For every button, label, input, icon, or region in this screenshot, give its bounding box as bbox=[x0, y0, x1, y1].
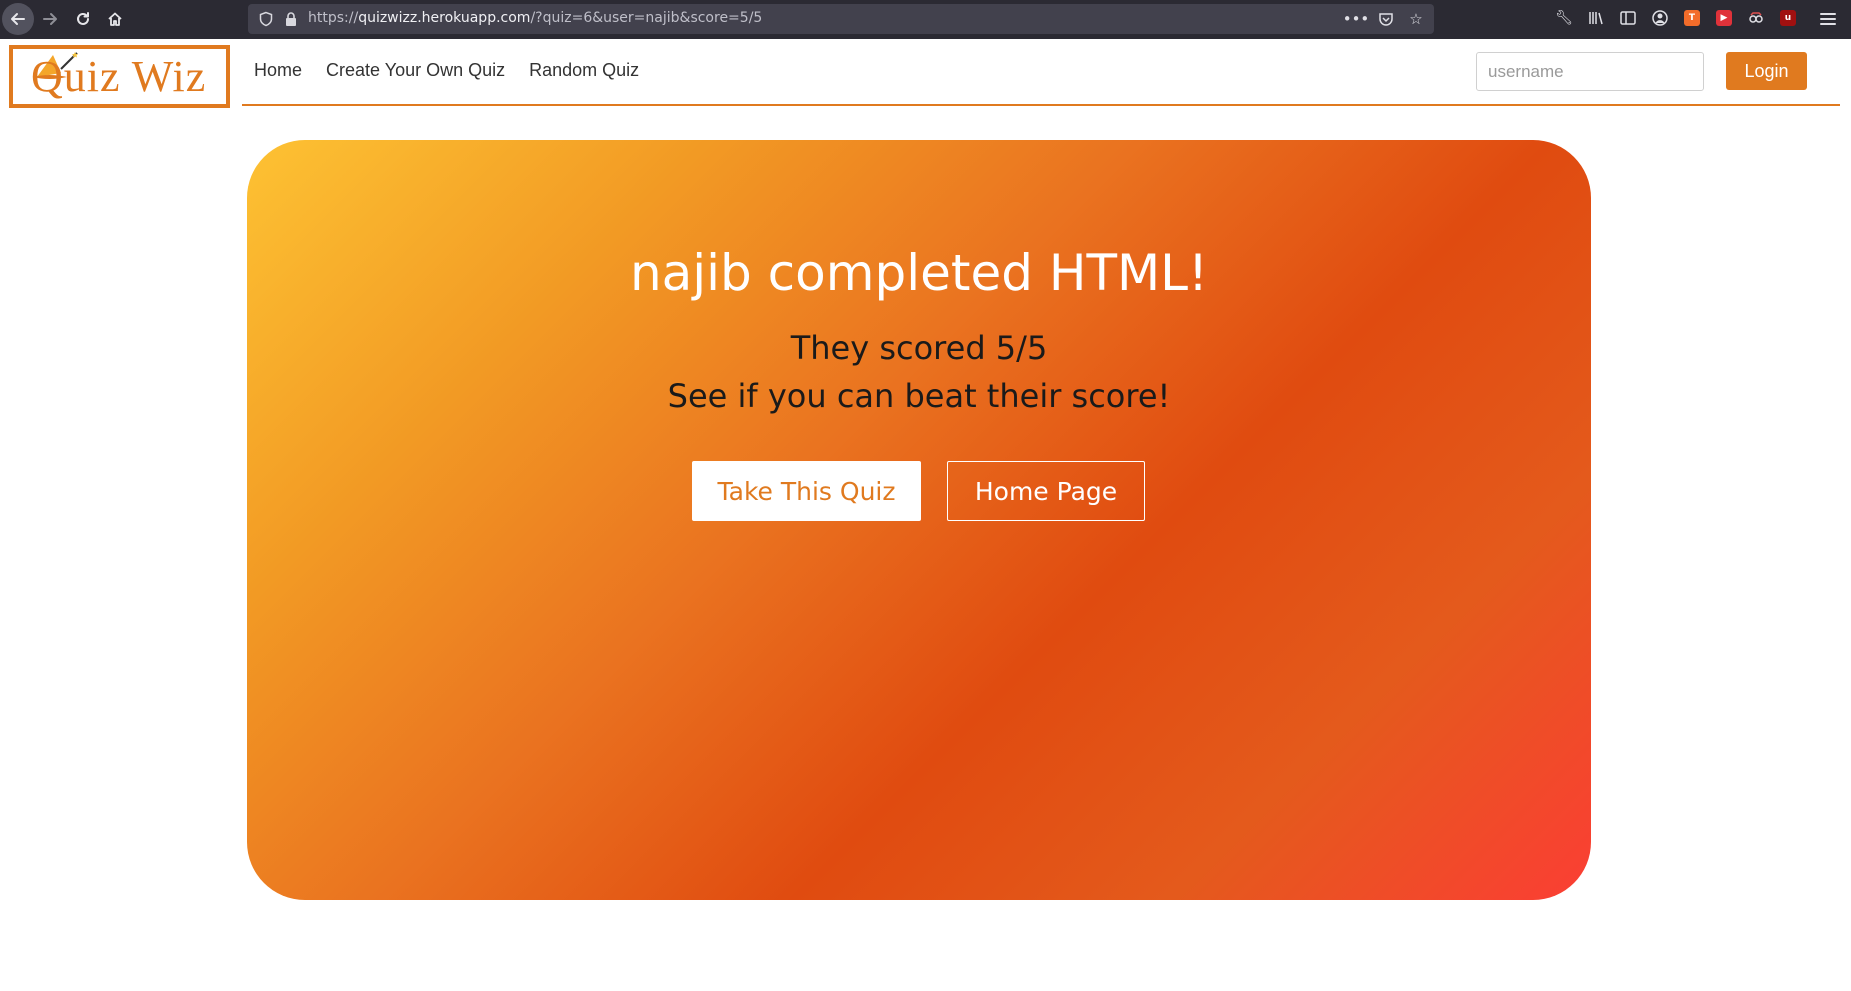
url-prefix: https:// bbox=[308, 10, 359, 26]
url-host: quizwizz.herokuapp.com bbox=[358, 10, 531, 26]
home-button[interactable] bbox=[99, 3, 131, 35]
nav-link-random-quiz[interactable]: Random Quiz bbox=[529, 60, 639, 81]
sidebar-icon[interactable] bbox=[1616, 6, 1640, 30]
nav-divider bbox=[242, 104, 1840, 106]
extension-icon[interactable]: u bbox=[1780, 10, 1796, 26]
forward-icon bbox=[43, 13, 57, 25]
take-quiz-button[interactable]: Take This Quiz bbox=[692, 461, 921, 521]
forward-button[interactable] bbox=[34, 3, 66, 35]
browser-toolbar: https://quizwizz.herokuapp.com/?quiz=6&u… bbox=[0, 0, 1851, 39]
home-icon bbox=[108, 12, 122, 26]
pocket-icon[interactable] bbox=[1376, 9, 1396, 29]
result-title: najib completed HTML! bbox=[629, 244, 1209, 302]
score-text: They scored 5/5 bbox=[790, 329, 1048, 367]
reload-button[interactable] bbox=[67, 3, 99, 35]
url-path: /?quiz=6&user=najib&score=5/5 bbox=[530, 10, 763, 26]
extension-icon[interactable]: ▶ bbox=[1716, 10, 1732, 26]
site-logo[interactable]: Quiz Wiz bbox=[9, 45, 230, 108]
login-button[interactable]: Login bbox=[1726, 52, 1807, 90]
wrench-icon[interactable]: 🔧︎ bbox=[1552, 6, 1576, 30]
result-card: najib completed HTML! They scored 5/5 Se… bbox=[247, 140, 1591, 900]
star-icon[interactable]: ☆ bbox=[1406, 9, 1426, 29]
shield-icon[interactable] bbox=[258, 11, 274, 27]
back-icon bbox=[11, 13, 25, 25]
menu-icon[interactable] bbox=[1816, 7, 1840, 31]
home-page-button[interactable]: Home Page bbox=[947, 461, 1145, 521]
url-text[interactable]: https://quizwizz.herokuapp.com/?quiz=6&u… bbox=[308, 10, 762, 26]
more-icon[interactable]: ••• bbox=[1343, 9, 1370, 29]
challenge-text: See if you can beat their score! bbox=[667, 377, 1171, 415]
nav-link-create-quiz[interactable]: Create Your Own Quiz bbox=[326, 60, 505, 81]
extension-icon[interactable]: T bbox=[1684, 10, 1700, 26]
nav-link-home[interactable]: Home bbox=[254, 60, 302, 81]
library-icon[interactable] bbox=[1584, 6, 1608, 30]
address-bar[interactable]: https://quizwizz.herokuapp.com/?quiz=6&u… bbox=[248, 4, 1434, 34]
site-navbar: Quiz Wiz Home Create Your Own Quiz Rando… bbox=[0, 39, 1851, 111]
back-button[interactable] bbox=[2, 3, 34, 35]
username-input[interactable] bbox=[1476, 52, 1704, 91]
account-icon[interactable] bbox=[1648, 6, 1672, 30]
extension-icon[interactable] bbox=[1744, 6, 1768, 30]
reload-icon bbox=[77, 12, 89, 25]
nav-links: Home Create Your Own Quiz Random Quiz bbox=[254, 60, 663, 81]
lock-icon[interactable] bbox=[284, 11, 298, 27]
logo-text: Quiz Wiz bbox=[31, 52, 207, 101]
